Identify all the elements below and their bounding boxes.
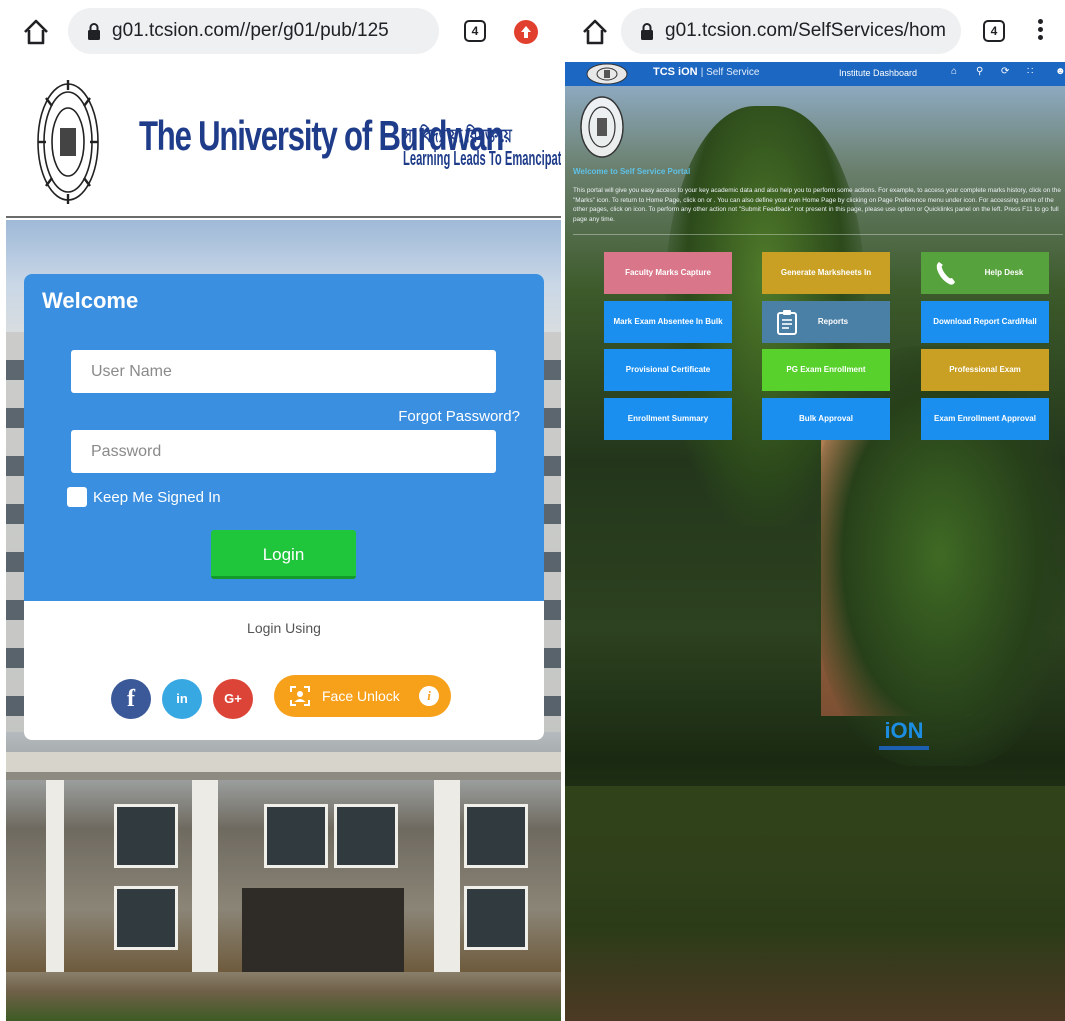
tile-download-report-card[interactable]: Download Report Card/Hall [921, 301, 1049, 343]
window [464, 804, 528, 868]
divider-line [573, 234, 1063, 235]
clipboard-icon [777, 310, 797, 335]
login-form: Welcome Forgot Password? Keep Me Signed … [24, 274, 544, 601]
url-text: g01.tcsion.com//per/g01/pub/125 [112, 20, 389, 41]
phone-icon [936, 262, 955, 285]
tab-switcher-button[interactable]: 4 [983, 20, 1005, 42]
tile-label: Enrollment Summary [627, 414, 709, 423]
pillar [192, 780, 218, 1000]
window [264, 804, 328, 868]
url-text: g01.tcsion.com/SelfServices/hom [665, 20, 946, 41]
facebook-icon[interactable]: f [111, 679, 151, 719]
tile-provisional-certificate[interactable]: Provisional Certificate [604, 349, 732, 391]
home-icon[interactable]: ⌂ [951, 66, 957, 77]
tile-label: Provisional Certificate [625, 365, 711, 374]
tile-label: Exam Enrollment Approval [934, 414, 1036, 423]
url-bar[interactable]: g01.tcsion.com//per/g01/pub/125 [68, 8, 439, 54]
tile-label: PG Exam Enrollment [786, 365, 866, 374]
login-button[interactable]: Login [211, 530, 356, 579]
ground [6, 972, 561, 1021]
university-motto-english: Learning Leads To Emancipation [403, 148, 561, 170]
face-unlock-label: Face Unlock [322, 688, 400, 704]
tile-professional-exam[interactable]: Professional Exam [921, 349, 1049, 391]
tcs-topbar: TCS iON | Self Service Institute Dashboa… [565, 62, 1065, 86]
lock-icon [641, 23, 653, 40]
info-icon[interactable]: i [419, 686, 439, 706]
tile-label: Professional Exam [949, 365, 1021, 374]
tile-label: Bulk Approval [799, 414, 853, 423]
building-entrance [242, 888, 404, 972]
tile-label: Generate Marksheets In [780, 268, 872, 277]
tcs-brand[interactable]: TCS iON | Self Service [653, 66, 759, 78]
tcs-nav-icons: ⌂ ⚲ ⟳ ∷ ☻ [949, 66, 1065, 82]
tile-pg-exam-enrollment[interactable]: PG Exam Enrollment [762, 349, 890, 391]
university-seal-logo [580, 96, 624, 158]
campus-background-photo [565, 86, 1065, 1021]
user-icon[interactable]: ☻ [1055, 66, 1065, 77]
login-card: Welcome Forgot Password? Keep Me Signed … [24, 274, 544, 740]
university-seal-logo [37, 80, 99, 204]
window [114, 886, 178, 950]
ion-logo: iON [876, 718, 932, 752]
keep-signed-in-checkbox[interactable] [67, 487, 87, 507]
building-cornice [6, 772, 561, 780]
tile-label: Download Report Card/Hall [933, 317, 1037, 326]
lock-icon [88, 23, 100, 40]
keep-signed-in[interactable]: Keep Me Signed In [67, 487, 221, 507]
institute-dashboard-link[interactable]: Institute Dashboard [839, 68, 917, 78]
window [114, 804, 178, 868]
pillar [434, 780, 460, 1000]
update-icon[interactable] [514, 20, 538, 44]
building-roof [6, 752, 561, 772]
welcome-text: This portal will give you easy access to… [573, 187, 1061, 223]
tcs-brand-suffix: | Self Service [700, 67, 760, 78]
tcs-brand-name: TCS iON [653, 66, 698, 78]
search-icon[interactable]: ⚲ [976, 66, 983, 77]
ion-logo-text: iON [884, 718, 924, 743]
linkedin-icon[interactable]: in [162, 679, 202, 719]
university-seal-logo [586, 63, 628, 85]
face-unlock-button[interactable]: Face Unlock i [274, 675, 451, 717]
face-scan-icon [290, 686, 310, 706]
tile-generate-marksheets[interactable]: Generate Marksheets In [762, 252, 890, 294]
login-using-label: Login Using [247, 620, 321, 636]
forgot-password-link[interactable]: Forgot Password? [398, 408, 520, 425]
pillar [46, 780, 64, 1000]
menu-dots-icon[interactable] [1035, 16, 1045, 46]
password-input[interactable] [71, 430, 496, 473]
tile-label: Mark Exam Absentee In Bulk [613, 317, 723, 326]
google-plus-icon[interactable]: G+ [213, 679, 253, 719]
tile-bulk-approval[interactable]: Bulk Approval [762, 398, 890, 440]
username-input[interactable] [71, 350, 496, 393]
url-bar[interactable]: g01.tcsion.com/SelfServices/hom [621, 8, 961, 54]
browser-toolbar: g01.tcsion.com/SelfServices/hom 4 [565, 0, 1065, 64]
tile-exam-enrollment-approval[interactable]: Exam Enrollment Approval [921, 398, 1049, 440]
tile-label: Reports [817, 317, 849, 326]
tile-label: Faculty Marks Capture [625, 268, 711, 277]
tile-enrollment-summary[interactable]: Enrollment Summary [604, 398, 732, 440]
left-screenshot: g01.tcsion.com//per/g01/pub/125 4 The Un… [0, 0, 561, 1021]
window [464, 886, 528, 950]
tile-label: Help Desk [984, 268, 1024, 277]
keep-signed-in-label: Keep Me Signed In [93, 488, 221, 506]
university-header: The University of Burdwan সা বিদ্যা যা ব… [6, 64, 561, 218]
right-screenshot: g01.tcsion.com/SelfServices/hom 4 TCS iO… [565, 0, 1065, 1021]
refresh-icon[interactable]: ⟳ [1001, 66, 1009, 77]
login-heading: Welcome [42, 288, 139, 313]
tile-mark-exam-absentee[interactable]: Mark Exam Absentee In Bulk [604, 301, 732, 343]
tab-switcher-button[interactable]: 4 [464, 20, 486, 42]
ground [565, 786, 1065, 1021]
welcome-title: Welcome to Self Service Portal [573, 167, 691, 176]
browser-toolbar: g01.tcsion.com//per/g01/pub/125 4 [0, 0, 561, 64]
grid-icon[interactable]: ∷ [1027, 66, 1033, 77]
ion-logo-bar [879, 746, 929, 750]
home-icon[interactable] [22, 18, 50, 46]
window [334, 804, 398, 868]
home-icon[interactable] [581, 18, 609, 46]
tile-reports[interactable]: Reports [762, 301, 890, 343]
tile-help-desk[interactable]: Help Desk [921, 252, 1049, 294]
tile-faculty-marks-capture[interactable]: Faculty Marks Capture [604, 252, 732, 294]
